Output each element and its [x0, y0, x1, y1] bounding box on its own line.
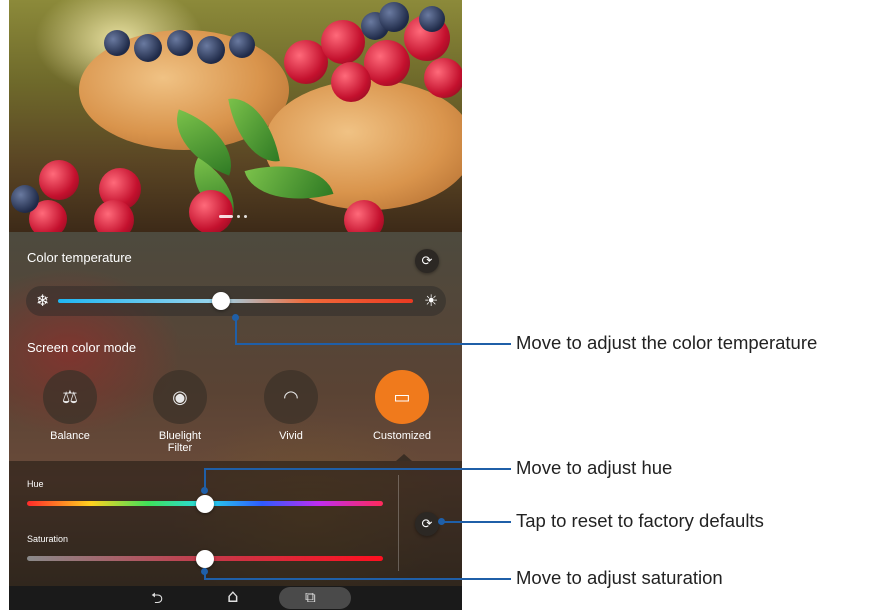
callout-line	[235, 317, 237, 344]
mode-label: Vivid	[279, 430, 303, 442]
callout-line	[441, 521, 511, 523]
mode-label: Bluelight Filter	[158, 430, 202, 454]
mode-label: Balance	[50, 430, 90, 442]
mode-balance[interactable]: ⚖ Balance	[25, 370, 115, 442]
callout-saturation: Move to adjust saturation	[516, 567, 723, 588]
mode-customized[interactable]: ▭ Customized	[357, 370, 447, 442]
sun-icon: ☀	[424, 291, 439, 310]
mode-vivid[interactable]: ◠ Vivid	[246, 370, 336, 442]
mode-label: Customized	[372, 430, 432, 442]
balance-icon: ⚖	[43, 370, 97, 424]
eye-shield-icon: ◉	[153, 370, 207, 424]
navigation-bar: ⮌ ⌂ ⧉	[9, 586, 462, 610]
display-settings-panel: Color temperature ⟳ ❄ ☀ Screen color mod…	[9, 232, 462, 586]
callout-line	[204, 468, 511, 470]
rainbow-icon: ◠	[264, 370, 318, 424]
color-temperature-title: Color temperature	[27, 250, 132, 265]
back-icon[interactable]: ⮌	[151, 588, 163, 610]
home-icon[interactable]: ⌂	[227, 586, 238, 607]
reset-icon: ⟳	[421, 253, 433, 269]
color-temperature-reset-button[interactable]: ⟳	[415, 249, 439, 273]
hue-thumb[interactable]	[196, 495, 214, 513]
screen-color-mode-title: Screen color mode	[27, 340, 137, 355]
wallpaper-preview	[9, 0, 462, 232]
recents-icon[interactable]: ⧉	[305, 588, 316, 606]
color-temperature-slider[interactable]: ❄ ☀	[26, 286, 446, 316]
callout-line	[204, 468, 206, 490]
hue-label: Hue	[27, 479, 44, 489]
color-temperature-track[interactable]	[58, 299, 413, 303]
callout-color-temperature: Move to adjust the color temperature	[516, 332, 818, 353]
customize-panel: Hue Saturation ⟳	[9, 461, 462, 586]
screen-settings-icon: ▭	[375, 370, 429, 424]
callout-hue: Move to adjust hue	[516, 457, 673, 478]
callout-line	[235, 343, 511, 345]
mode-bluelight-filter[interactable]: ◉ Bluelight Filter	[135, 370, 225, 454]
divider	[398, 475, 399, 571]
device-screen: Color temperature ⟳ ❄ ☀ Screen color mod…	[9, 0, 462, 610]
callout-line	[204, 578, 511, 580]
callout-reset: Tap to reset to factory defaults	[516, 510, 764, 531]
saturation-thumb[interactable]	[196, 550, 214, 568]
page-indicator	[219, 215, 247, 218]
snowflake-icon: ❄	[36, 291, 50, 310]
saturation-label: Saturation	[27, 534, 69, 544]
color-temperature-thumb[interactable]	[212, 292, 231, 310]
reset-icon: ⟳	[421, 516, 433, 532]
customize-reset-button[interactable]: ⟳	[415, 512, 439, 536]
customized-pointer	[396, 454, 412, 461]
